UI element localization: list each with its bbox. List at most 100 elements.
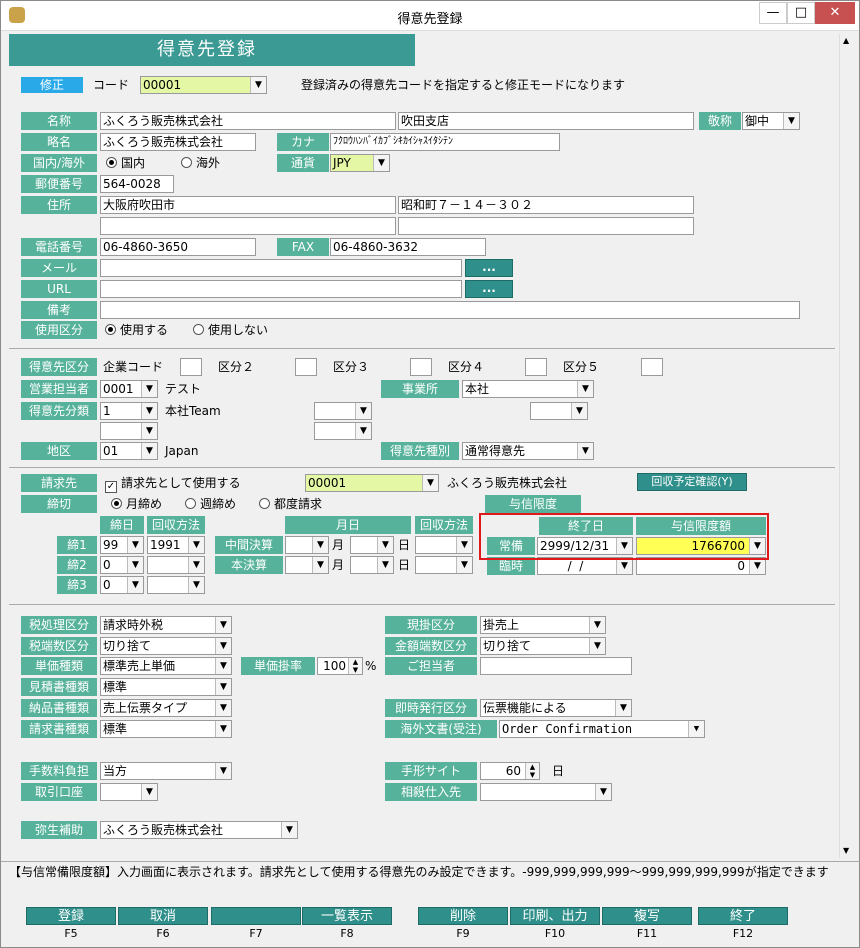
collection-schedule-button[interactable]: 回収予定確認(Y): [637, 473, 747, 491]
kubun2-input[interactable]: [295, 358, 317, 376]
honorific-select[interactable]: 御中 ▼: [742, 112, 800, 130]
corp-code-input[interactable]: [180, 358, 202, 376]
office-select[interactable]: 本社 ▼: [462, 380, 594, 398]
bill-code-select[interactable]: 00001 ▼: [305, 474, 439, 492]
tel-label: 電話番号: [21, 238, 97, 256]
spinner-icon[interactable]: ▲ ▼: [525, 763, 539, 779]
url-browse-button[interactable]: ...: [465, 280, 513, 298]
closing3-method-select[interactable]: ▼: [147, 576, 205, 594]
chevron-down-icon: ▼: [141, 443, 157, 459]
mid-day-select[interactable]: ▼: [350, 536, 394, 554]
code-select[interactable]: 00001 ▼: [140, 76, 267, 94]
url-input[interactable]: [100, 280, 462, 298]
foreign-doc-select[interactable]: Order Confirmation ▼: [499, 720, 705, 738]
closing3-day-select[interactable]: 0 ▼: [100, 576, 144, 594]
fkey-f9-caption: F9: [456, 927, 470, 940]
fee-value: 当方: [103, 764, 128, 778]
address3-input[interactable]: [100, 217, 396, 235]
closing2-method-select[interactable]: ▼: [147, 556, 205, 574]
category-select[interactable]: 1 ▼: [100, 402, 158, 420]
each-radio[interactable]: 都度請求: [259, 495, 322, 513]
maximize-button[interactable]: □: [787, 2, 815, 24]
cash-select[interactable]: 掛売上 ▼: [480, 616, 606, 634]
vertical-scrollbar[interactable]: ▲ ▼: [839, 34, 856, 858]
address1-input[interactable]: 大阪府吹田市: [100, 196, 396, 214]
final-method-select[interactable]: ▼: [415, 556, 473, 574]
address4-input[interactable]: [398, 217, 694, 235]
invoice-type-select[interactable]: 標準 ▼: [100, 720, 232, 738]
area-select[interactable]: 01 ▼: [100, 442, 158, 460]
category4-select[interactable]: ▼: [100, 422, 158, 440]
fax-input[interactable]: 06-4860-3632: [330, 238, 486, 256]
minimize-button[interactable]: —: [759, 2, 787, 24]
currency-select[interactable]: JPY ▼: [330, 154, 390, 172]
chevron-down-icon: ▼: [456, 537, 472, 553]
closing2-day-select[interactable]: 0 ▼: [100, 556, 144, 574]
closing1-method-select[interactable]: 1991 ▼: [147, 536, 205, 554]
mid-month-select[interactable]: ▼: [285, 536, 329, 554]
scroll-down-icon[interactable]: ▼: [843, 846, 849, 855]
delivery-type-select[interactable]: 売上伝票タイプ ▼: [100, 699, 232, 717]
category2-select[interactable]: ▼: [314, 402, 372, 420]
scroll-up-icon[interactable]: ▲: [843, 36, 849, 45]
weekly-radio[interactable]: 週締め: [185, 495, 236, 513]
tel-input[interactable]: 06-4860-3650: [100, 238, 256, 256]
chevron-down-icon: ▼: [127, 577, 143, 593]
fkey-f5-button[interactable]: 登録: [26, 907, 116, 925]
fkey-f6-button[interactable]: 取消: [118, 907, 208, 925]
domestic-radio[interactable]: 国内: [106, 154, 145, 172]
mail-input[interactable]: [100, 259, 462, 277]
chevron-down-icon: ▼: [188, 577, 204, 593]
offset-select[interactable]: ▼: [480, 783, 612, 801]
yayoi-select[interactable]: ふくろう販売株式会社 ▼: [100, 821, 298, 839]
amount-round-select[interactable]: 切り捨て ▼: [480, 637, 606, 655]
note-input[interactable]: [100, 301, 800, 319]
kubun3-label: 区分３: [333, 360, 370, 374]
mid-method-select[interactable]: ▼: [415, 536, 473, 554]
kubun5-input[interactable]: [641, 358, 663, 376]
fkey-f10-button[interactable]: 印刷、出力: [510, 907, 600, 925]
issue-select[interactable]: 伝票機能による ▼: [480, 699, 632, 717]
final-month-select[interactable]: ▼: [285, 556, 329, 574]
fkey-f7-button[interactable]: [211, 907, 301, 925]
fkey-f9-button[interactable]: 削除: [418, 907, 508, 925]
kubun4-input[interactable]: [525, 358, 547, 376]
person-input[interactable]: [480, 657, 632, 675]
bank-select[interactable]: ▼: [100, 783, 158, 801]
zip-input[interactable]: 564-0028: [100, 175, 174, 193]
bill-site-unit: 日: [552, 764, 565, 778]
monthly-radio[interactable]: 月締め: [111, 495, 162, 513]
address2-input[interactable]: 昭和町７－１４－３０２: [398, 196, 694, 214]
quote-type-select[interactable]: 標準 ▼: [100, 678, 232, 696]
rate-stepper[interactable]: 100 ▲ ▼: [317, 657, 363, 675]
kana-input[interactable]: ﾌｸﾛｳﾊﾝﾊﾞｲｶﾌﾞｼｷｶｲｼｬｽｲﾀｼﾃﾝ: [330, 133, 560, 151]
use-radio[interactable]: 使用する: [105, 321, 168, 339]
category5-select[interactable]: ▼: [314, 422, 372, 440]
closing1-day-select[interactable]: 99 ▼: [100, 536, 144, 554]
bill-site-stepper[interactable]: 60 ▲ ▼: [480, 762, 540, 780]
type-select[interactable]: 通常得意先 ▼: [462, 442, 594, 460]
category3-select[interactable]: ▼: [530, 402, 588, 420]
kubun3-input[interactable]: [410, 358, 432, 376]
temp-end-value: / /: [560, 559, 584, 573]
fkey-f12-button[interactable]: 終了: [698, 907, 788, 925]
price-type-select[interactable]: 標準売上単価 ▼: [100, 657, 232, 675]
sales-select[interactable]: 0001 ▼: [100, 380, 158, 398]
tax-round-select[interactable]: 切り捨て ▼: [100, 637, 232, 655]
overseas-radio[interactable]: 海外: [181, 154, 220, 172]
branch-input[interactable]: 吹田支店: [398, 112, 694, 130]
spinner-icon[interactable]: ▲ ▼: [348, 658, 362, 674]
mail-browse-button[interactable]: ...: [465, 259, 513, 277]
chevron-down-icon: ▼: [616, 558, 632, 574]
fee-select[interactable]: 当方 ▼: [100, 762, 232, 780]
fkey-f11-button[interactable]: 複写: [602, 907, 692, 925]
tax-select[interactable]: 請求時外税 ▼: [100, 616, 232, 634]
short-name-input[interactable]: ふくろう販売株式会社: [100, 133, 256, 151]
nouse-radio[interactable]: 使用しない: [193, 321, 268, 339]
bill-checkbox[interactable]: ✓ 請求先として使用する: [105, 474, 241, 493]
close-window-button[interactable]: ✕: [815, 2, 855, 24]
name-input[interactable]: ふくろう販売株式会社: [100, 112, 396, 130]
fkey-f8-button[interactable]: 一覧表示: [302, 907, 392, 925]
chevron-down-icon: ▼: [127, 557, 143, 573]
final-day-select[interactable]: ▼: [350, 556, 394, 574]
